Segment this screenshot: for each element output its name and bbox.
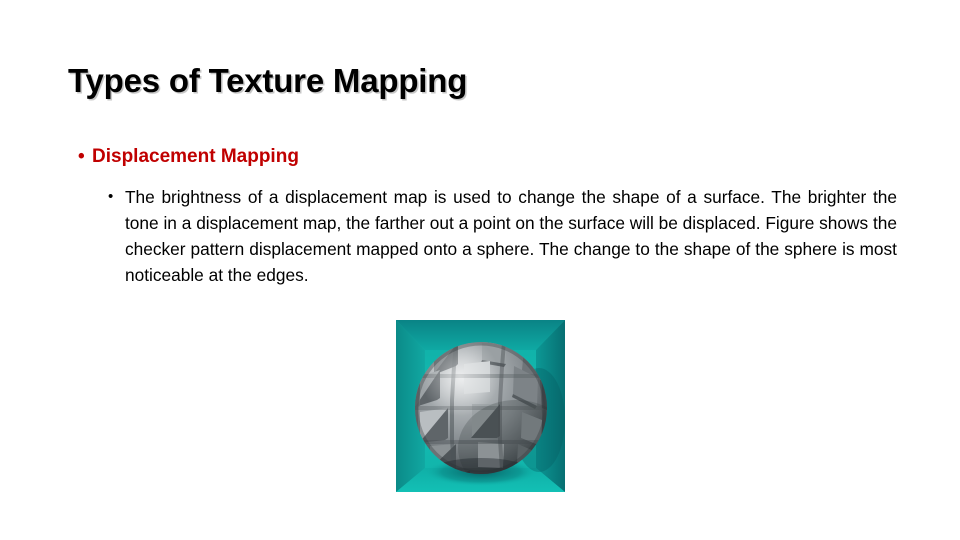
slide-body: • Displacement Mapping • The brightness … — [0, 146, 960, 288]
bullet-marker-icon: • — [108, 187, 114, 205]
page-title: Types of Texture Mapping — [68, 62, 468, 99]
bullet-level1-label: Displacement Mapping — [92, 146, 299, 167]
displacement-sphere-illustration — [396, 320, 565, 492]
bullet-marker-icon: • — [78, 146, 85, 167]
bullet-level1-displacement-mapping: • Displacement Mapping — [78, 146, 960, 169]
bullet-level2-description: • The brightness of a displacement map i… — [108, 184, 897, 288]
bullet-level2-text: The brightness of a displacement map is … — [125, 186, 897, 285]
figure-displacement-sphere — [396, 320, 565, 492]
slide: Types of Texture Mapping • Displacement … — [0, 0, 960, 540]
